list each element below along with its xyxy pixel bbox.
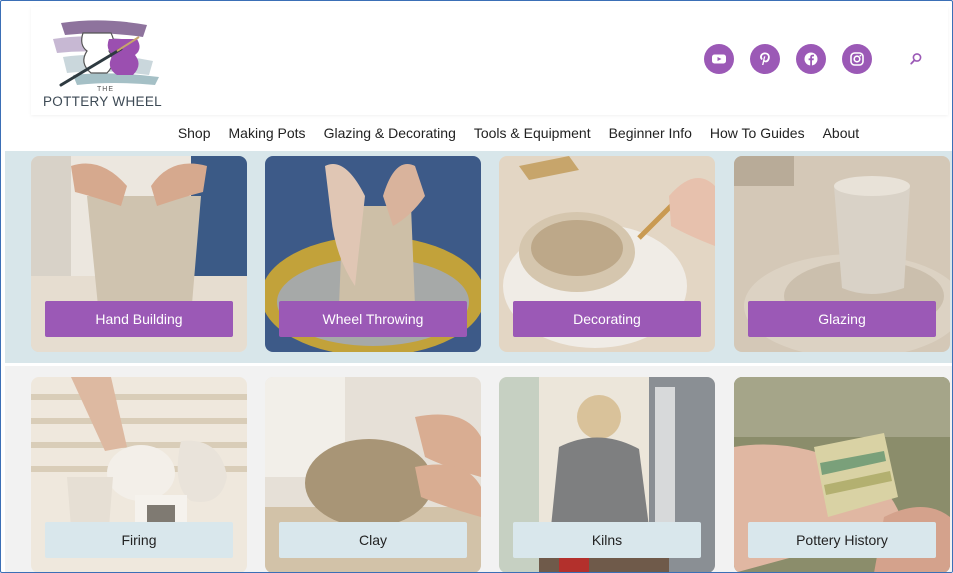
nav-item-making-pots[interactable]: Making Pots <box>220 119 315 147</box>
category-tile-glazing[interactable]: Glazing <box>734 156 950 352</box>
search-icon[interactable] <box>908 51 924 67</box>
main-nav: Shop Making Pots Glazing & Decorating To… <box>1 119 952 147</box>
category-label: Decorating <box>513 301 701 337</box>
facebook-icon[interactable] <box>796 44 826 74</box>
category-label: Wheel Throwing <box>279 301 467 337</box>
site-logo[interactable]: THE POTTERY WHEEL <box>43 15 163 109</box>
logo-small-text: THE <box>97 86 114 93</box>
page-frame: THE POTTERY WHEEL Shop Making Pots Glazi… <box>0 0 953 573</box>
pinterest-icon[interactable] <box>750 44 780 74</box>
nav-item-how-to-guides[interactable]: How To Guides <box>701 119 814 147</box>
nav-item-shop[interactable]: Shop <box>169 119 220 147</box>
category-label: Firing <box>45 522 233 558</box>
nav-item-beginner-info[interactable]: Beginner Info <box>600 119 701 147</box>
category-tile-kilns[interactable]: Kilns <box>499 377 715 572</box>
category-label: Kilns <box>513 522 701 558</box>
category-tile-decorating[interactable]: Decorating <box>499 156 715 352</box>
category-tile-firing[interactable]: Firing <box>31 377 247 572</box>
youtube-icon[interactable] <box>704 44 734 74</box>
category-label: Glazing <box>748 301 936 337</box>
category-label: Pottery History <box>748 522 936 558</box>
nav-item-tools-equipment[interactable]: Tools & Equipment <box>465 119 600 147</box>
nav-item-about[interactable]: About <box>814 119 869 147</box>
category-label: Hand Building <box>45 301 233 337</box>
category-tile-clay[interactable]: Clay <box>265 377 481 572</box>
category-label: Clay <box>279 522 467 558</box>
category-tile-wheel-throwing[interactable]: Wheel Throwing <box>265 156 481 352</box>
logo-mark <box>53 20 159 87</box>
category-tile-pottery-history[interactable]: Pottery History <box>734 377 950 572</box>
logo-text: POTTERY WHEEL <box>43 94 162 109</box>
category-tile-hand-building[interactable]: Hand Building <box>31 156 247 352</box>
instagram-icon[interactable] <box>842 44 872 74</box>
site-header: THE POTTERY WHEEL <box>31 7 948 115</box>
social-links <box>704 44 872 74</box>
nav-item-glazing-decorating[interactable]: Glazing & Decorating <box>315 119 465 147</box>
